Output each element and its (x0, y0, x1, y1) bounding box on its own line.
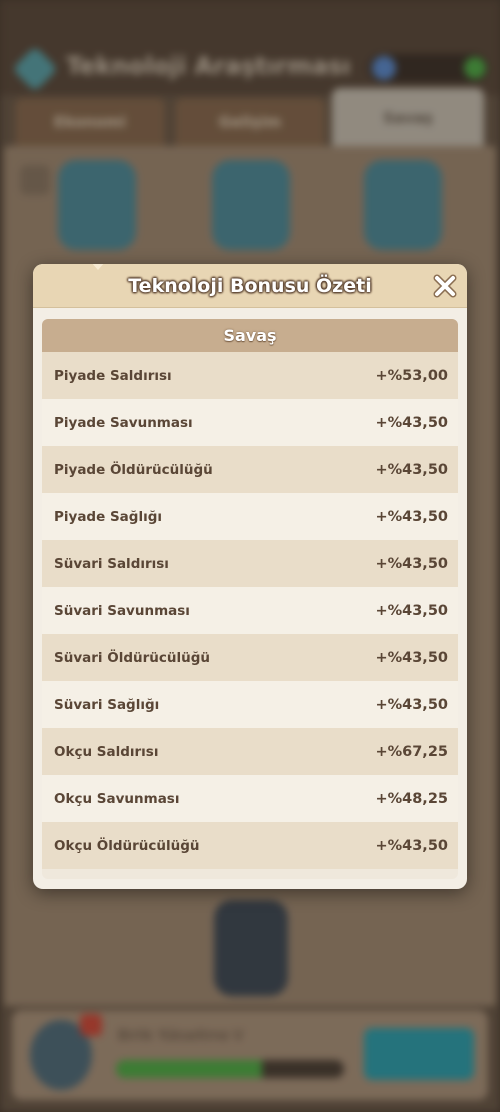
list-item: Piyade Öldürücülüğü +%43,50 (42, 446, 458, 493)
bonus-label: Piyade Öldürücülüğü (54, 461, 213, 478)
list-item: Süvari Öldürücülüğü +%43,50 (42, 634, 458, 681)
bonus-value: +%43,50 (375, 461, 448, 478)
list-item: Okçu Savunması +%48,25 (42, 775, 458, 822)
list-item: Süvari Savunması +%43,50 (42, 587, 458, 634)
list-item: Süvari Sağlığı +%43,50 (42, 681, 458, 728)
bonus-value: +%43,50 (375, 602, 448, 619)
modal-header: Teknoloji Bonusu Özeti (33, 264, 467, 308)
list-item: Okçu Öldürücülüğü +%43,50 (42, 822, 458, 869)
bonus-label: Piyade Sağlığı (54, 508, 162, 525)
bonus-value: +%48,25 (375, 790, 448, 807)
bonus-label: Okçu Öldürücülüğü (54, 837, 200, 854)
modal-title: Teknoloji Bonusu Özeti (128, 275, 372, 297)
section-header-war: Savaş (42, 319, 458, 352)
list-item: Okçu Saldırısı +%67,25 (42, 728, 458, 775)
bonus-rows: Piyade Saldırısı +%53,00 Piyade Savunması +… (42, 352, 458, 869)
bonus-label: Piyade Savunması (54, 414, 193, 431)
bonus-label: Okçu Savunması (54, 790, 180, 807)
bonus-value: +%43,50 (375, 837, 448, 854)
bonus-label: Süvari Öldürücülüğü (54, 649, 211, 666)
list-item: Piyade Saldırısı +%53,00 (42, 352, 458, 399)
list-item: Süvari Saldırısı +%43,50 (42, 540, 458, 587)
bonus-value: +%43,50 (375, 555, 448, 572)
list-item: Piyade Savunması +%43,50 (42, 399, 458, 446)
bonus-value: +%43,50 (375, 508, 448, 525)
bonus-value: +%67,25 (375, 743, 448, 760)
bonus-value: +%53,00 (375, 367, 448, 384)
bonus-label: Süvari Saldırısı (54, 555, 169, 572)
bonus-label: Okçu Saldırısı (54, 743, 159, 760)
bonus-value: +%43,50 (375, 696, 448, 713)
bonus-value: +%43,50 (375, 649, 448, 666)
tech-bonus-summary-modal: Teknoloji Bonusu Özeti Savaş Piyade Sald… (33, 264, 467, 889)
bonus-label: Süvari Savunması (54, 602, 190, 619)
bonus-label: Piyade Saldırısı (54, 367, 172, 384)
list-item: Piyade Sağlığı +%43,50 (42, 493, 458, 540)
close-button[interactable] (429, 270, 461, 302)
close-icon (433, 274, 457, 298)
bonus-label: Süvari Sağlığı (54, 696, 160, 713)
bonus-value: +%43,50 (375, 414, 448, 431)
bonus-list[interactable]: Savaş Piyade Saldırısı +%53,00 Piyade Savu… (42, 319, 458, 879)
